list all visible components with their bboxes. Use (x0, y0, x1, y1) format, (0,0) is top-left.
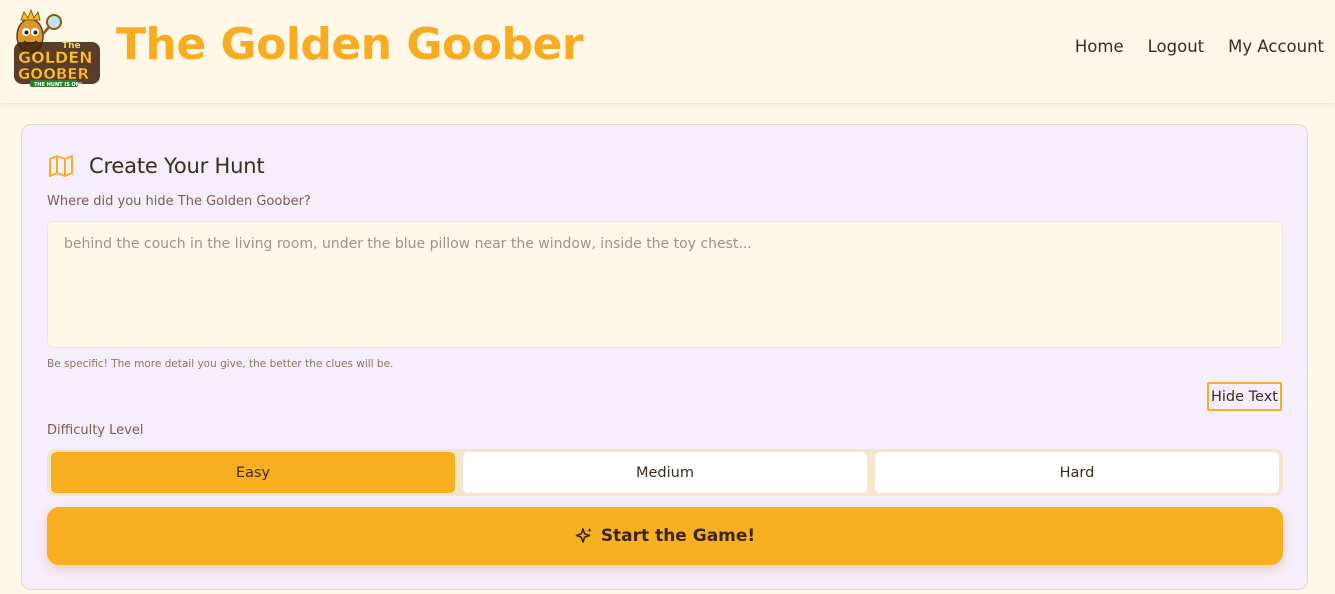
card-title: Create Your Hunt (89, 154, 265, 178)
main-nav: Home Logout My Account (1075, 37, 1324, 56)
difficulty-label: Difficulty Level (47, 423, 144, 438)
difficulty-easy-button[interactable]: Easy (51, 452, 455, 493)
nav-logout-link[interactable]: Logout (1148, 37, 1205, 56)
logo-tagline: THE HUNT IS ON! (34, 82, 82, 88)
difficulty-hard-button[interactable]: Hard (875, 452, 1279, 493)
start-game-button[interactable]: Start the Game! (47, 507, 1283, 565)
hide-text-button[interactable]: Hide Text (1207, 382, 1282, 411)
site-header: The GOLDEN GOOBER THE HUNT IS ON! The Go… (0, 0, 1335, 103)
logo-graphic: The GOLDEN GOOBER THE HUNT IS ON! (14, 8, 100, 88)
golden-goober-logo[interactable]: The GOLDEN GOOBER THE HUNT IS ON! (10, 8, 105, 90)
sparkle-icon (575, 528, 592, 543)
difficulty-medium-button[interactable]: Medium (463, 452, 867, 493)
nav-my-account-link[interactable]: My Account (1228, 37, 1324, 56)
start-game-label: Start the Game! (600, 526, 756, 546)
map-icon (49, 155, 73, 177)
card-header: Create Your Hunt (47, 152, 265, 180)
difficulty-selector: Easy Medium Hard (47, 449, 1283, 496)
location-label: Where did you hide The Golden Goober? (47, 194, 311, 209)
nav-home-link[interactable]: Home (1075, 37, 1124, 56)
location-input[interactable] (47, 221, 1283, 348)
location-hint: Be specific! The more detail you give, t… (47, 358, 394, 370)
create-hunt-card: Create Your Hunt Where did you hide The … (21, 124, 1308, 590)
site-title: The Golden Goober (116, 19, 584, 70)
